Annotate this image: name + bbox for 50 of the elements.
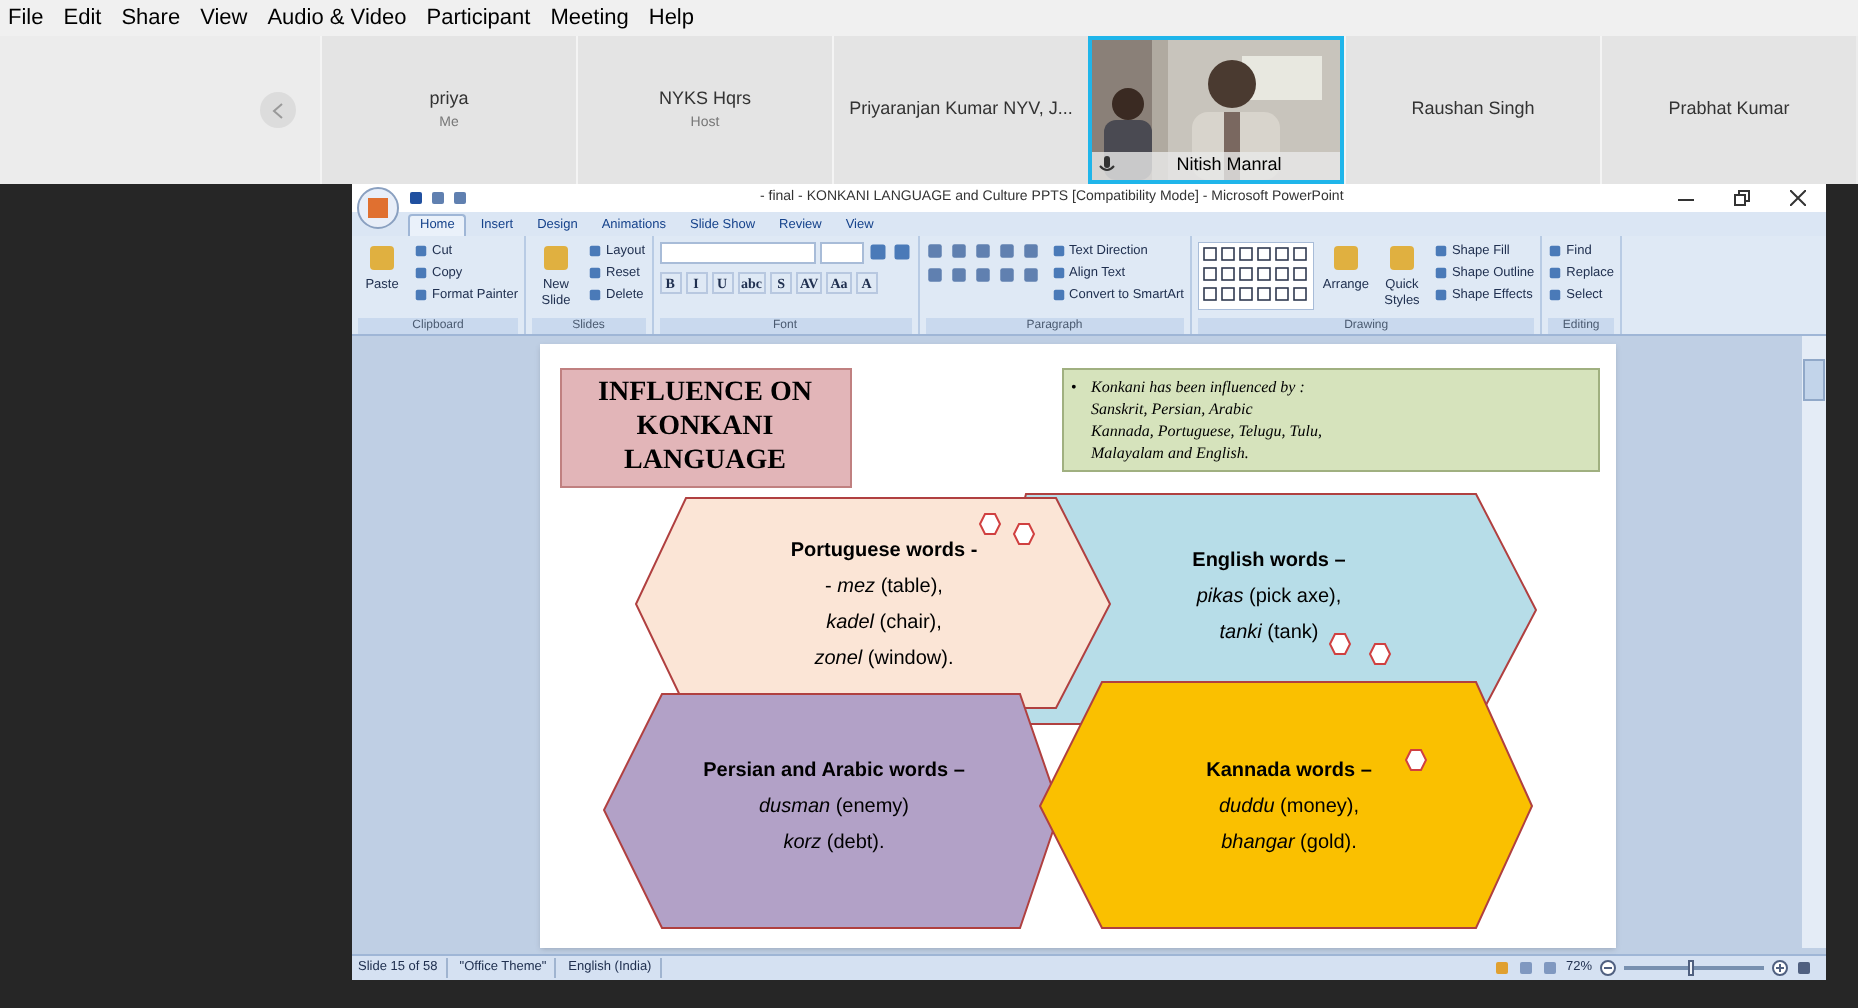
- word-line: zonel (window).: [814, 645, 954, 673]
- font-size-field[interactable]: [819, 242, 864, 264]
- slide-title: INFLUENCE ON: [598, 376, 812, 410]
- participant-name: NYKS Hqrs: [658, 86, 751, 112]
- font-name-field[interactable]: [659, 242, 816, 264]
- word-line: duddu (money),: [1218, 793, 1360, 821]
- note-text: Malayalam and English.: [1091, 441, 1249, 463]
- participant-tile[interactable]: Priyaranjan Kumar NYV, J...: [832, 36, 1088, 184]
- zoom-in-icon[interactable]: [1772, 960, 1788, 976]
- participant-tile[interactable]: Prabhat Kumar: [1600, 36, 1856, 184]
- menu-item[interactable]: File: [8, 1, 44, 35]
- word-line: korz (debt).: [783, 829, 885, 857]
- word-line: - mez (table),: [825, 573, 943, 601]
- restore-icon[interactable]: [1734, 190, 1750, 206]
- menu-item[interactable]: Help: [648, 1, 694, 35]
- hexagon-heading: English words –: [1192, 547, 1346, 575]
- word-line: kadel (chair),: [826, 609, 942, 637]
- word-line: tanki (tank): [1219, 619, 1319, 647]
- close-icon[interactable]: [1790, 190, 1806, 206]
- participant-name: priya: [429, 86, 469, 112]
- video-tile[interactable]: Nitish Manral: [1088, 36, 1344, 184]
- scrollbar[interactable]: [1802, 336, 1826, 948]
- note-text: Sanskrit, Persian, Arabic: [1091, 397, 1253, 419]
- participant-name: Prabhat Kumar: [1668, 96, 1790, 123]
- word-line: bhangar (gold).: [1221, 829, 1357, 857]
- participant-name: Priyaranjan Kumar NYV, J...: [849, 96, 1073, 123]
- participant-tile[interactable]: Raushan Singh: [1344, 36, 1600, 184]
- word-line: dusman (enemy): [758, 793, 910, 821]
- shapes-gallery-drawing[interactable]: [1197, 242, 1314, 310]
- word-line: pikas (pick axe),: [1196, 583, 1342, 611]
- bullet-icon: •: [1071, 375, 1091, 397]
- hexagon-heading: Portuguese words -: [790, 537, 978, 565]
- participant-name: Raushan Singh: [1411, 96, 1535, 123]
- hexagon-heading: Persian and Arabic words –: [703, 757, 965, 785]
- chevron-left-icon: [272, 101, 284, 119]
- menu-item[interactable]: Audio & Video: [267, 1, 407, 35]
- slide-title: LANGUAGE: [624, 444, 786, 478]
- microphone-icon: [1098, 156, 1116, 176]
- menu-item[interactable]: Share: [121, 1, 181, 35]
- zoom-out-icon[interactable]: [1600, 960, 1616, 976]
- menu-item[interactable]: Participant: [426, 1, 531, 35]
- hexagon-heading: Kannada words –: [1206, 757, 1372, 785]
- menu-item[interactable]: Edit: [63, 1, 102, 35]
- zoom-thumb[interactable]: [1687, 960, 1693, 976]
- slide-title: KONKANI: [636, 410, 774, 444]
- note-text: Konkani has been influenced by :: [1091, 375, 1305, 397]
- menu-item[interactable]: View: [200, 1, 248, 35]
- participant-name: Nitish Manral: [1176, 152, 1282, 179]
- menu-item[interactable]: Meeting: [550, 1, 629, 35]
- note-text: Kannada, Portuguese, Telugu, Tulu,: [1091, 419, 1322, 441]
